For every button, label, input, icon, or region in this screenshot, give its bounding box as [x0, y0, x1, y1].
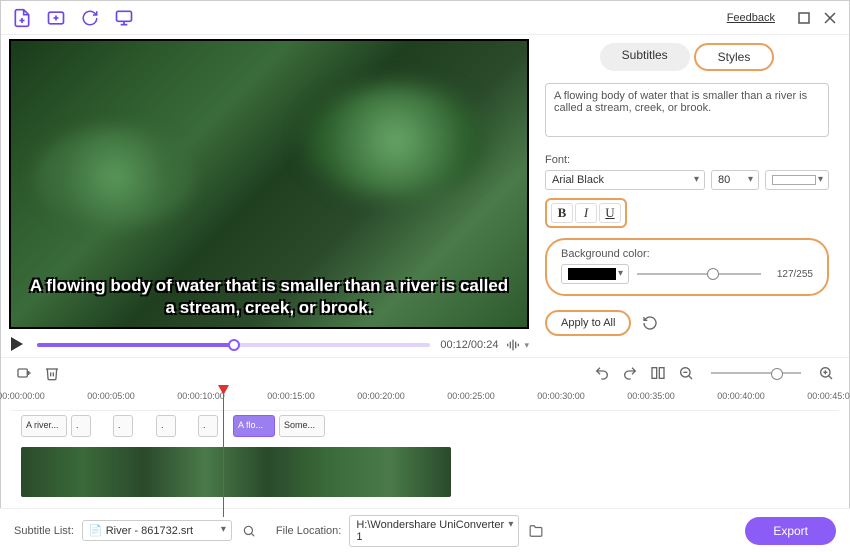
video-track[interactable]: [21, 447, 451, 497]
folder-icon[interactable]: [527, 522, 545, 540]
ruler-tick: 00:00:20:00: [357, 391, 405, 401]
reset-icon[interactable]: [641, 314, 659, 332]
search-icon[interactable]: [240, 522, 258, 540]
subtitle-clip[interactable]: .: [113, 415, 133, 437]
add-media-icon[interactable]: [45, 7, 67, 29]
italic-button[interactable]: I: [575, 203, 597, 223]
ruler-tick: 00:00:25:00: [447, 391, 495, 401]
subtitle-clip[interactable]: A flo...: [233, 415, 275, 437]
play-button[interactable]: [9, 336, 27, 354]
ruler-tick: 00:00:00:00: [0, 391, 45, 401]
close-icon[interactable]: [821, 9, 839, 27]
export-button[interactable]: Export: [745, 517, 836, 545]
tab-subtitles[interactable]: Subtitles: [600, 43, 690, 71]
ruler-tick: 00:00:15:00: [267, 391, 315, 401]
tab-styles[interactable]: Styles: [694, 43, 775, 71]
ruler-tick: 00:00:45:00: [807, 391, 850, 401]
subtitle-text-input[interactable]: A flowing body of water that is smaller …: [545, 83, 829, 137]
timeline-ruler[interactable]: 00:00:00:0000:00:05:0000:00:10:0000:00:1…: [11, 387, 839, 411]
bg-opacity-slider[interactable]: [637, 273, 761, 275]
zoom-in-icon[interactable]: [817, 364, 835, 382]
add-file-icon[interactable]: [11, 7, 33, 29]
subtitle-list-label: Subtitle List:: [14, 525, 74, 537]
zoom-out-icon[interactable]: [677, 364, 695, 382]
subtitle-overlay: A flowing body of water that is smaller …: [11, 275, 527, 319]
font-label: Font:: [545, 154, 829, 166]
refresh-icon[interactable]: [79, 7, 101, 29]
subtitle-clip[interactable]: Some...: [279, 415, 325, 437]
bg-opacity-value: 127/255: [769, 269, 813, 280]
split-icon[interactable]: [649, 364, 667, 382]
ruler-tick: 00:00:30:00: [537, 391, 585, 401]
subtitle-file-select[interactable]: 📄 River - 861732.srt: [82, 520, 232, 541]
time-display: 00:12/00:24: [440, 339, 498, 351]
file-location-select[interactable]: H:\Wondershare UniConverter 1: [349, 515, 519, 547]
underline-button[interactable]: U: [599, 203, 621, 223]
file-location-label: File Location:: [276, 525, 341, 537]
maximize-icon[interactable]: [795, 9, 813, 27]
display-icon[interactable]: [113, 7, 135, 29]
ruler-tick: 00:00:40:00: [717, 391, 765, 401]
ruler-tick: 00:00:35:00: [627, 391, 675, 401]
progress-slider[interactable]: [37, 343, 430, 347]
video-preview[interactable]: A flowing body of water that is smaller …: [9, 39, 529, 329]
playhead[interactable]: [223, 387, 224, 517]
ruler-tick: 00:00:05:00: [87, 391, 135, 401]
subtitle-clip[interactable]: .: [198, 415, 218, 437]
subtitle-track[interactable]: A river....... A flo...Some...: [11, 413, 839, 441]
apply-all-button[interactable]: Apply to All: [545, 310, 631, 336]
bg-color-label: Background color:: [561, 248, 813, 260]
audio-icon[interactable]: [504, 336, 522, 354]
font-family-select[interactable]: Arial Black: [545, 170, 705, 190]
font-size-select[interactable]: 80: [711, 170, 759, 190]
redo-icon[interactable]: [621, 364, 639, 382]
bg-color-select[interactable]: [561, 264, 629, 284]
delete-icon[interactable]: [43, 364, 61, 382]
subtitle-clip[interactable]: .: [156, 415, 176, 437]
bold-button[interactable]: B: [551, 203, 573, 223]
zoom-slider[interactable]: [711, 372, 801, 374]
font-color-select[interactable]: [765, 170, 829, 190]
subtitle-clip[interactable]: .: [71, 415, 91, 437]
ruler-tick: 00:00:10:00: [177, 391, 225, 401]
subtitle-clip[interactable]: A river...: [21, 415, 67, 437]
undo-icon[interactable]: [593, 364, 611, 382]
add-subtitle-icon[interactable]: [15, 364, 33, 382]
feedback-link[interactable]: Feedback: [727, 12, 775, 24]
